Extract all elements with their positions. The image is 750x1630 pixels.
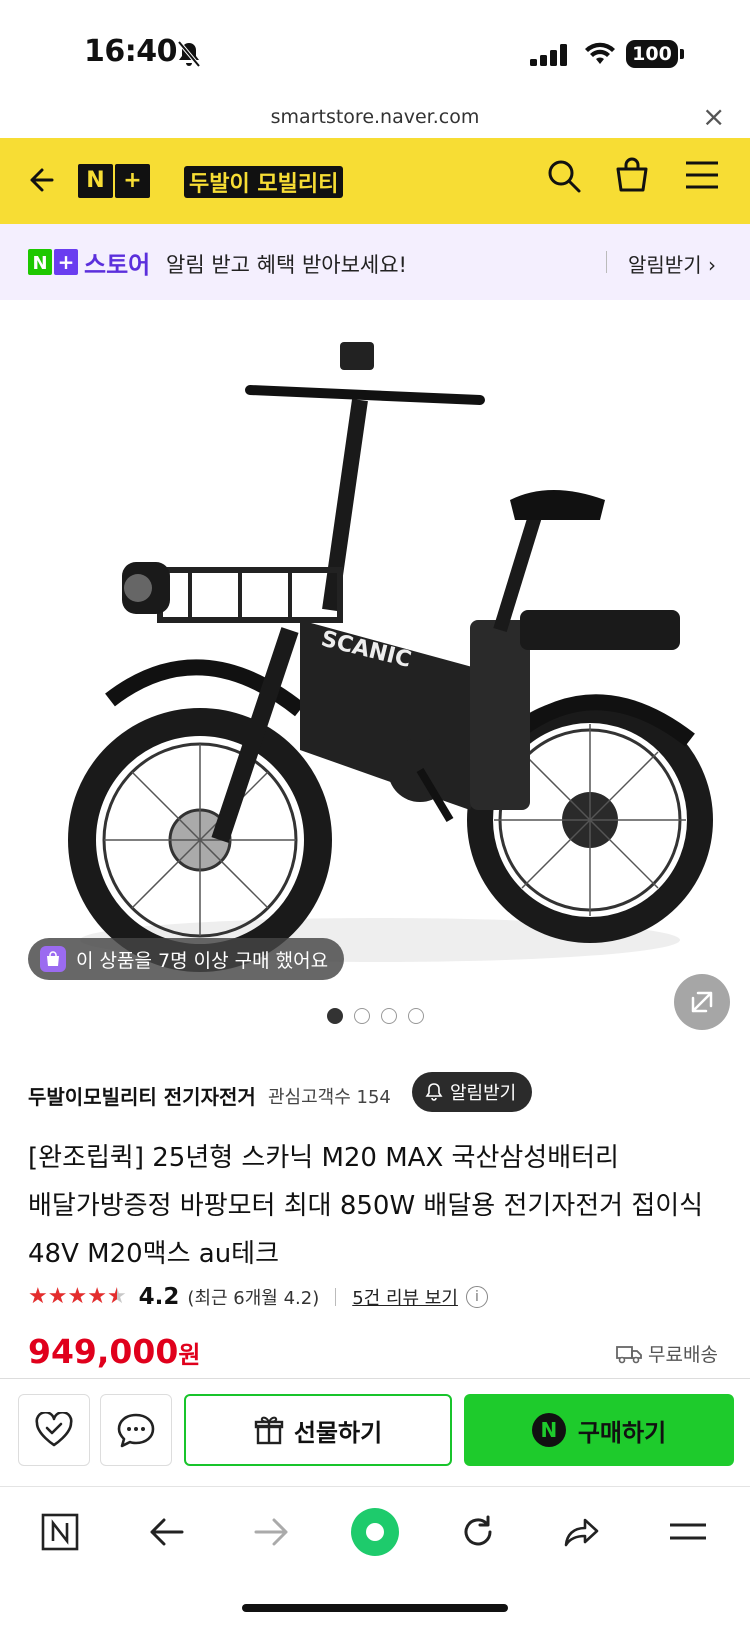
- electric-bike-image: SCANIC: [68, 342, 713, 972]
- status-bar: 16:40 100: [0, 0, 750, 100]
- close-icon[interactable]: ×: [702, 100, 725, 133]
- status-time: 16:40: [84, 34, 178, 69]
- buy-label: 구매하기: [577, 1418, 667, 1447]
- star-icon: ★: [67, 1284, 88, 1309]
- half-star-icon: ★: [106, 1284, 127, 1309]
- nplus-logo-plus: +: [115, 164, 150, 198]
- seller-name[interactable]: 두발이모빌리티 전기자전거: [28, 1081, 256, 1110]
- wishlist-button[interactable]: [18, 1394, 90, 1466]
- gift-box-icon: [254, 1416, 284, 1445]
- banner-alarm-link[interactable]: 알림받기 ›: [628, 249, 716, 278]
- rating-row: ★★★★★ 4.2 (최근 6개월 4.2) 5건 리뷰 보기 i: [28, 1282, 488, 1312]
- back-arrow-icon[interactable]: [24, 164, 56, 196]
- star-icon: ★: [28, 1284, 48, 1309]
- purchase-bag-icon: [40, 946, 66, 972]
- review-link[interactable]: 5건 리뷰 보기: [352, 1284, 458, 1310]
- search-icon[interactable]: [546, 158, 582, 194]
- product-title: [완조립퀵] 25년형 스카닉 M20 MAX 국산삼성배터리 배달가방증정 바…: [28, 1143, 704, 1269]
- purchase-count-pill: 이 상품을 7명 이상 구매 했어요: [28, 938, 345, 980]
- shopping-bag-icon[interactable]: [614, 156, 650, 194]
- price-value: 949,000: [28, 1332, 179, 1371]
- svg-text:N: N: [32, 253, 47, 274]
- home-indicator[interactable]: [242, 1604, 508, 1612]
- nplus-store-logo-icon: N +: [28, 249, 78, 275]
- wifi-icon: [585, 42, 615, 64]
- shipping-label: 무료배송: [648, 1344, 718, 1366]
- product-image-carousel[interactable]: SCANIC: [0, 300, 750, 1020]
- bell-plus-icon: [425, 1083, 443, 1101]
- battery-cap: [680, 49, 684, 59]
- battery-indicator: 100: [626, 40, 678, 68]
- carousel-dot[interactable]: [353, 1008, 370, 1024]
- purchase-count-text: 이 상품을 7명 이상 구매 했어요: [76, 949, 329, 972]
- back-arrow-icon: [150, 1518, 184, 1546]
- naver-n-icon: [41, 1513, 79, 1551]
- menu-icon[interactable]: [684, 160, 720, 190]
- url-text[interactable]: smartstore.naver.com: [0, 106, 750, 128]
- browser-menu-button[interactable]: [658, 1504, 718, 1560]
- seller-alarm-button[interactable]: 알림받기: [412, 1072, 533, 1112]
- seller-alarm-label: 알림받기: [450, 1083, 517, 1104]
- price-unit: 원: [178, 1341, 201, 1369]
- rating-stars: ★★★★★: [28, 1286, 127, 1308]
- banner-message: 알림 받고 혜택 받아보세요!: [166, 253, 407, 277]
- browser-forward-button[interactable]: [242, 1504, 302, 1560]
- shipping-info: 무료배송: [616, 1340, 718, 1367]
- gift-label: 선물하기: [293, 1418, 383, 1447]
- green-dot-icon: [351, 1508, 399, 1556]
- rating-score: 4.2: [138, 1284, 180, 1310]
- nplus-logo[interactable]: N +: [78, 164, 150, 198]
- reload-icon: [464, 1515, 492, 1546]
- heart-check-icon: [35, 1412, 73, 1447]
- banner-divider: [606, 251, 607, 273]
- rating-recent: (최근 6개월 4.2): [187, 1288, 320, 1309]
- nplus-logo-n: N: [78, 164, 113, 198]
- carousel-dot[interactable]: [380, 1008, 397, 1024]
- chat-button[interactable]: [100, 1394, 172, 1466]
- share-arrow-icon: [564, 1518, 599, 1547]
- carousel-dot[interactable]: [407, 1008, 424, 1024]
- product-price: 949,000원: [28, 1332, 200, 1371]
- naver-pay-icon: N: [531, 1413, 566, 1447]
- delivery-truck-icon: [616, 1345, 642, 1363]
- star-icon: ★: [87, 1284, 107, 1309]
- menu-icon: [670, 1523, 706, 1540]
- buy-button[interactable]: N 구매하기: [464, 1394, 734, 1466]
- green-dot-button[interactable]: [345, 1504, 405, 1560]
- shop-name[interactable]: 두발이 모빌리티: [184, 166, 344, 198]
- chat-bubble-icon: [117, 1413, 155, 1448]
- svg-text:+: +: [58, 250, 75, 274]
- rating-divider: [335, 1288, 337, 1306]
- star-icon: ★: [47, 1284, 68, 1309]
- banner-store-label: 스토어: [84, 251, 151, 279]
- reload-button[interactable]: [448, 1504, 508, 1560]
- url-bar[interactable]: smartstore.naver.com ×: [0, 100, 750, 138]
- mute-bell-icon: [177, 40, 201, 68]
- info-icon[interactable]: i: [465, 1286, 488, 1308]
- cellular-signal-icon: [530, 44, 570, 66]
- forward-arrow-icon: [254, 1518, 288, 1546]
- share-button[interactable]: [552, 1504, 612, 1560]
- naver-home-button[interactable]: [30, 1504, 90, 1560]
- carousel-dots[interactable]: [0, 1008, 750, 1028]
- gift-button[interactable]: 선물하기: [184, 1394, 452, 1466]
- browser-back-button[interactable]: [136, 1504, 196, 1560]
- carousel-dot[interactable]: [326, 1008, 343, 1024]
- interest-count: 관심고객수 154: [268, 1087, 391, 1108]
